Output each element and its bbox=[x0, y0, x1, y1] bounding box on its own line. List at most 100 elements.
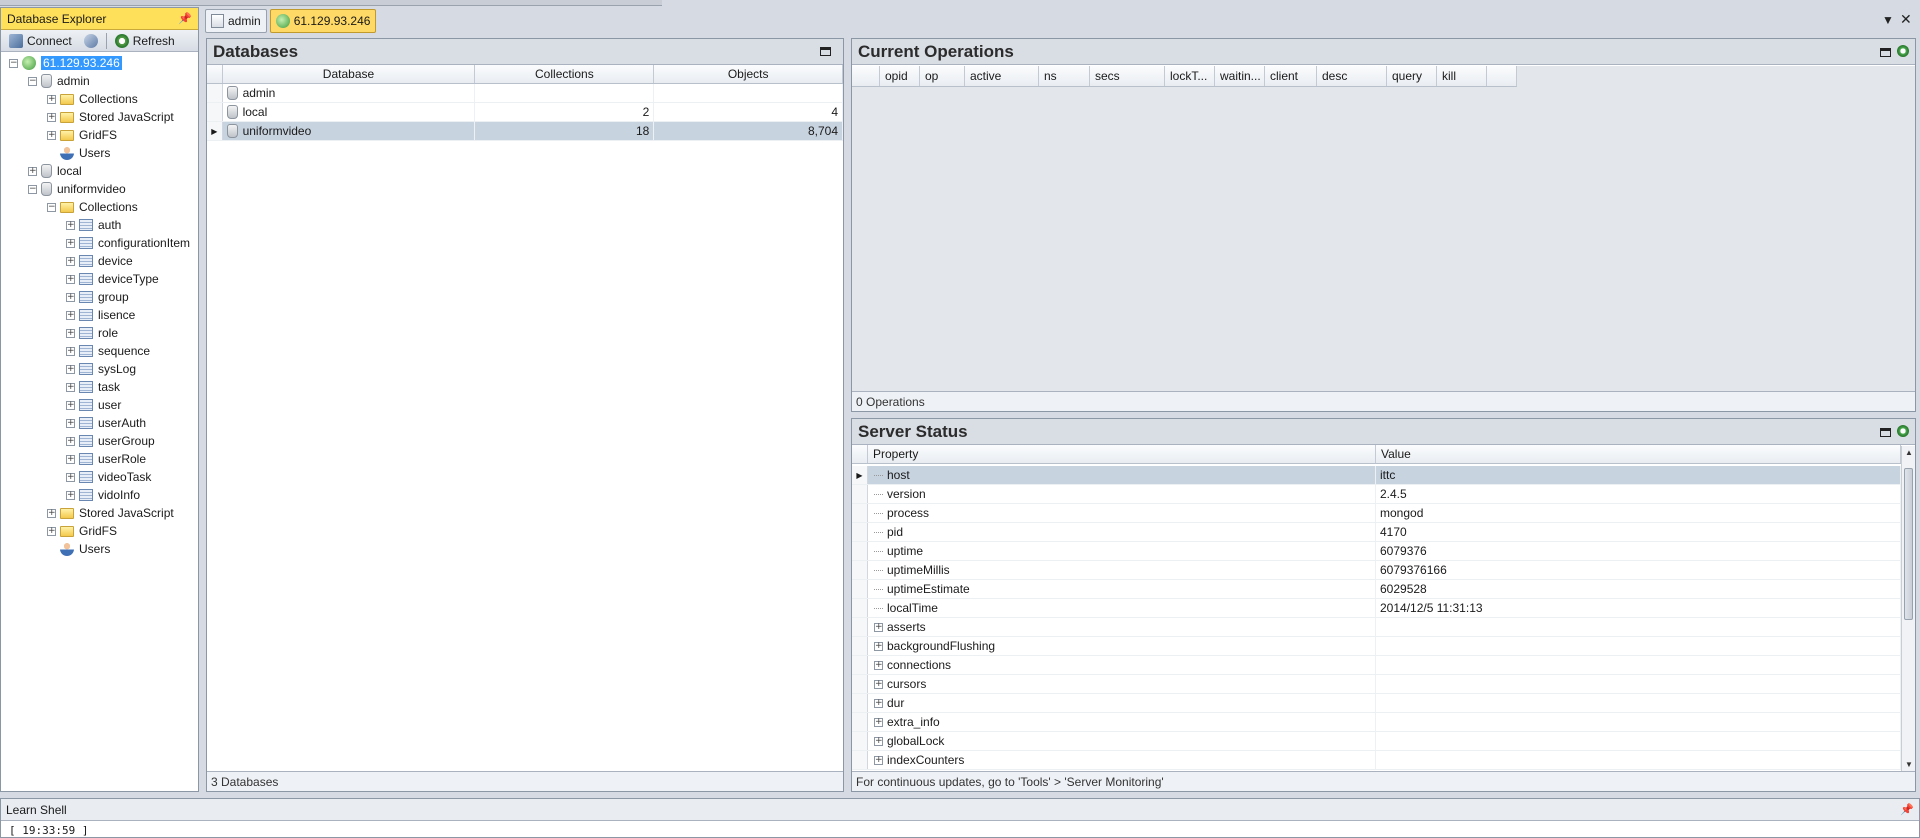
tree-node-admin-gridfs[interactable]: + GridFS bbox=[47, 126, 117, 144]
disconnect-button[interactable] bbox=[80, 32, 102, 50]
tree-node-collection[interactable]: + task bbox=[66, 378, 120, 396]
collapse-icon[interactable]: − bbox=[47, 202, 56, 212]
tree-node-collection[interactable]: + vidoInfo bbox=[66, 486, 140, 504]
refresh-button[interactable]: Refresh bbox=[111, 32, 179, 50]
tree-node-uniformvideo-collections[interactable]: − Collections bbox=[47, 198, 138, 216]
column-header-waitin[interactable]: waitin... bbox=[1215, 66, 1265, 86]
tree-node-collection[interactable]: + device bbox=[66, 252, 133, 270]
tree-node-collection[interactable]: + userRole bbox=[66, 450, 146, 468]
tree-node-collection[interactable]: + deviceType bbox=[66, 270, 159, 288]
table-row[interactable]: + asserts bbox=[852, 618, 1901, 637]
table-row[interactable]: uptimeMillis 6079376166 bbox=[852, 561, 1901, 580]
table-row[interactable]: ▶ host ittc bbox=[852, 466, 1901, 485]
table-row[interactable]: + globalLock bbox=[852, 732, 1901, 751]
tree-node-collection[interactable]: + userAuth bbox=[66, 414, 146, 432]
table-row[interactable]: + cursors bbox=[852, 675, 1901, 694]
tab-server[interactable]: 61.129.93.246 bbox=[269, 9, 377, 33]
column-header-op[interactable]: op bbox=[920, 66, 965, 86]
expand-icon[interactable]: + bbox=[66, 364, 75, 374]
tree-node-collection[interactable]: + group bbox=[66, 288, 129, 306]
expand-icon[interactable]: + bbox=[47, 112, 56, 122]
expand-icon[interactable]: + bbox=[874, 736, 883, 746]
column-header-ns[interactable]: ns bbox=[1039, 66, 1090, 86]
table-row[interactable]: + indexCounters bbox=[852, 751, 1901, 770]
tree-node-uniformvideo-stored-javascript[interactable]: + Stored JavaScript bbox=[47, 504, 174, 522]
expand-icon[interactable]: + bbox=[66, 418, 75, 428]
expand-icon[interactable]: + bbox=[66, 310, 75, 320]
column-header-desc[interactable]: desc bbox=[1317, 66, 1387, 86]
maximize-icon[interactable] bbox=[820, 47, 831, 56]
table-row[interactable]: localTime 2014/12/5 11:31:13 bbox=[852, 599, 1901, 618]
table-row[interactable]: admin bbox=[207, 84, 843, 103]
table-row[interactable]: + connections bbox=[852, 656, 1901, 675]
expand-icon[interactable]: + bbox=[66, 274, 75, 284]
expand-icon[interactable]: + bbox=[66, 454, 75, 464]
expand-icon[interactable]: + bbox=[47, 94, 56, 104]
tab-admin[interactable]: admin bbox=[205, 9, 267, 33]
maximize-icon[interactable] bbox=[1880, 47, 1891, 57]
tree-node-uniformvideo-db[interactable]: − uniformvideo bbox=[28, 180, 126, 198]
expand-icon[interactable]: + bbox=[874, 660, 883, 670]
table-row[interactable]: pid 4170 bbox=[852, 523, 1901, 542]
expand-icon[interactable]: + bbox=[66, 292, 75, 302]
column-header-opid[interactable]: opid bbox=[880, 66, 920, 86]
expand-icon[interactable]: + bbox=[47, 130, 56, 140]
expand-icon[interactable]: + bbox=[28, 166, 37, 176]
expand-icon[interactable]: + bbox=[66, 472, 75, 482]
table-row[interactable]: ▶ uniformvideo 18 8,704 bbox=[207, 122, 843, 141]
expand-icon[interactable]: + bbox=[66, 238, 75, 248]
expand-icon[interactable]: + bbox=[47, 526, 56, 536]
pin-icon[interactable]: 📌 bbox=[178, 12, 192, 25]
column-header-collections[interactable]: Collections bbox=[475, 65, 655, 83]
expand-icon[interactable]: + bbox=[874, 698, 883, 708]
expand-icon[interactable]: + bbox=[874, 641, 883, 651]
expand-icon[interactable]: + bbox=[66, 256, 75, 266]
expand-icon[interactable]: + bbox=[66, 382, 75, 392]
column-header-client[interactable]: client bbox=[1265, 66, 1317, 86]
table-row[interactable]: uptimeEstimate 6029528 bbox=[852, 580, 1901, 599]
connect-button[interactable]: Connect bbox=[5, 32, 76, 50]
tree-node-server[interactable]: − 61.129.93.246 bbox=[9, 54, 122, 72]
column-header-secs[interactable]: secs bbox=[1090, 66, 1165, 86]
column-header-kill[interactable]: kill bbox=[1437, 66, 1487, 86]
table-row[interactable]: uptime 6079376 bbox=[852, 542, 1901, 561]
tree-node-admin-users[interactable]: Users bbox=[47, 144, 110, 162]
tree-node-local-db[interactable]: + local bbox=[28, 162, 82, 180]
pin-icon[interactable]: 📌 bbox=[1900, 803, 1914, 816]
tree-node-collection[interactable]: + sequence bbox=[66, 342, 150, 360]
refresh-icon[interactable] bbox=[1897, 44, 1909, 57]
refresh-icon[interactable] bbox=[1897, 424, 1909, 437]
expand-icon[interactable]: + bbox=[874, 679, 883, 689]
collapse-icon[interactable]: − bbox=[28, 76, 37, 86]
table-row[interactable]: + dur bbox=[852, 694, 1901, 713]
scroll-up-icon[interactable]: ▲ bbox=[1905, 448, 1913, 457]
tree-node-collection[interactable]: + lisence bbox=[66, 306, 135, 324]
tree-node-collection[interactable]: + configurationItem bbox=[66, 234, 190, 252]
expand-icon[interactable]: + bbox=[874, 717, 883, 727]
maximize-icon[interactable] bbox=[1880, 427, 1891, 437]
table-row[interactable]: local 2 4 bbox=[207, 103, 843, 122]
table-row[interactable]: + extra_info bbox=[852, 713, 1901, 732]
tree-node-uniformvideo-users[interactable]: Users bbox=[47, 540, 110, 558]
tree-node-collection[interactable]: + userGroup bbox=[66, 432, 155, 450]
scroll-down-icon[interactable]: ▼ bbox=[1905, 760, 1913, 769]
column-header-property[interactable]: Property bbox=[868, 445, 1376, 463]
tree-node-collection[interactable]: + role bbox=[66, 324, 118, 342]
collapse-icon[interactable]: − bbox=[28, 184, 37, 194]
tree-node-collection[interactable]: + sysLog bbox=[66, 360, 136, 378]
expand-icon[interactable]: + bbox=[66, 328, 75, 338]
window-menu-icon[interactable]: ▼ bbox=[1882, 13, 1894, 27]
expand-icon[interactable]: + bbox=[66, 220, 75, 230]
column-header-query[interactable]: query bbox=[1387, 66, 1437, 86]
column-header-lockt[interactable]: lockT... bbox=[1165, 66, 1215, 86]
table-row[interactable]: + backgroundFlushing bbox=[852, 637, 1901, 656]
tree-node-admin-stored-javascript[interactable]: + Stored JavaScript bbox=[47, 108, 174, 126]
column-header-database[interactable]: Database bbox=[223, 65, 476, 83]
table-row[interactable]: version 2.4.5 bbox=[852, 485, 1901, 504]
expand-icon[interactable]: + bbox=[66, 436, 75, 446]
tree-node-uniformvideo-gridfs[interactable]: + GridFS bbox=[47, 522, 117, 540]
collapse-icon[interactable]: − bbox=[9, 58, 18, 68]
expand-icon[interactable]: + bbox=[66, 346, 75, 356]
expand-icon[interactable]: + bbox=[66, 400, 75, 410]
server-status-scrollbar[interactable]: ▲ ▼ bbox=[1901, 446, 1915, 771]
